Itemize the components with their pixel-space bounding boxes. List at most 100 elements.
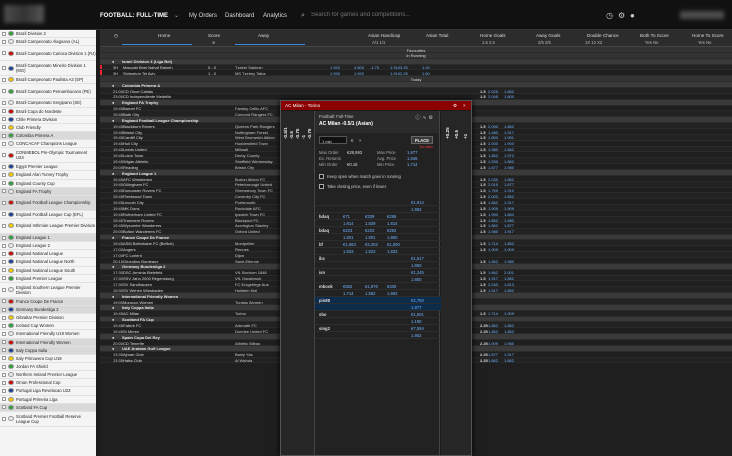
sidebar-item[interactable]: Brazil Campeonato Pernambucano (PE) [0,84,96,100]
sidebar-item[interactable]: Northern Ireland Premier League [0,371,96,380]
ladder-row[interactable]: 1.814 1.829 1.814 [315,220,441,227]
sidebar-item[interactable]: Jordan FA Shield [0,363,96,372]
ladder-row[interactable]: sing2 €7,594 [315,325,441,332]
ladder-row[interactable]: bdaq €223 €223 €292 [315,227,441,234]
ladder-price[interactable]: 1.833 [343,249,353,254]
col-home-to-score[interactable]: Home To Score [692,33,724,38]
ladder-price[interactable]: 1.801 [343,235,353,240]
ladder-price[interactable]: €1,663 [343,242,356,247]
odds-cell[interactable]: 1.909 [504,247,514,252]
odds-cell[interactable]: 2.090 [488,124,498,129]
odds-cell[interactable]: 1.5 [480,259,486,264]
nav-my-orders[interactable]: My Orders [189,13,217,19]
ladder-price[interactable]: 1.829 [365,221,375,226]
odds-cell[interactable]: 1.980 [488,130,498,135]
odds-cell[interactable]: 2.030 [488,177,498,182]
ladder-price[interactable]: €339 [387,284,396,289]
odds-cell[interactable]: 1.5 [480,153,486,158]
sidebar-item[interactable]: Brazil Campeonato Mineiro Division 1 (MG… [0,61,96,77]
odds-cell[interactable]: 1.862 [504,288,514,293]
sidebar-item[interactable]: England County Cup [0,180,96,188]
ladder-price[interactable]: €296 [387,214,396,219]
sidebar-item[interactable]: England Southern League Premier Division [0,283,96,298]
search-input[interactable] [311,12,471,18]
odds-cell[interactable]: 1.980 [488,147,498,152]
sidebar-item[interactable]: Portugal Primeira Liga [0,396,96,404]
gear-icon[interactable]: ⚙ [618,11,625,20]
odds-cell[interactable]: 1.714 [488,241,498,246]
sidebar-item[interactable]: England FA Trophy [0,187,96,196]
col-btts[interactable]: Both To Score [640,33,669,38]
sidebar-item[interactable]: Brazil Copa do Nordeste [0,108,96,116]
odds-cell[interactable]: 1.5 [480,182,486,187]
odds-cell[interactable]: 2.000 [488,194,498,199]
closing-price-checkbox[interactable] [319,184,324,189]
sidebar-item[interactable]: England Premier League [0,275,96,283]
sidebar-item[interactable]: Italy Coppa Italia [0,346,96,355]
odds-cell[interactable]: 1.5 [480,147,486,152]
sidebar-item[interactable]: England League 2 [0,242,96,251]
ladder-price[interactable]: 1.850 [387,235,397,240]
odds-cell[interactable]: 1.900 [504,141,514,146]
odds-cell[interactable]: 1.862 [504,177,514,182]
ladder-row[interactable]: ibc €1,617 [315,255,441,262]
chevron-down-icon[interactable]: ⌄ [174,12,179,19]
odds-cell[interactable]: 1.910 [390,65,400,70]
stake-input[interactable]: 1 min [319,136,347,144]
sidebar-item[interactable]: Portugal Liga Revelacao U23 [0,387,96,396]
odds-cell[interactable]: 1.5 [480,276,486,281]
ladder-price[interactable]: €7,594 [411,326,424,331]
ladder-price[interactable]: 1.850 [411,277,421,282]
odds-cell[interactable]: 1.5 [480,270,486,275]
ladder-price[interactable]: €1,245 [411,270,424,275]
sidebar-item[interactable]: England Alan Turvey Trophy [0,171,96,180]
odds-cell[interactable]: 1.980 [504,165,514,170]
ladder-price[interactable]: €2,202 [365,242,378,247]
ladder-row[interactable]: pin88 €2,793 [315,297,441,304]
sidebar-checkbox[interactable] [2,307,6,312]
odds-cell[interactable]: 2.001 [504,270,514,275]
sidebar-item[interactable]: Egypt Premier League [0,163,96,172]
sidebar-checkbox[interactable] [2,100,6,105]
odds-cell[interactable]: 1.5 [480,177,486,182]
odds-cell[interactable]: 2.25 [400,71,408,76]
sidebar-item[interactable]: England National League North [0,258,96,267]
sidebar-checkbox[interactable] [2,243,6,248]
sidebar-checkbox[interactable] [2,77,6,82]
place-button[interactable]: PLACE [411,136,433,144]
odds-cell[interactable]: 1.5 [480,165,486,170]
user-icon[interactable]: ● [630,11,635,20]
odds-cell[interactable]: 1.862 [504,276,514,281]
sidebar-checkbox[interactable] [2,331,6,336]
odds-cell[interactable]: 1.5 [480,218,486,223]
odds-cell[interactable]: 1.930 [330,71,340,76]
sidebar-checkbox[interactable] [2,235,6,240]
odds-cell[interactable]: 3.25 [400,65,408,70]
sidebar-checkbox[interactable] [2,39,6,44]
sidebar-checkbox[interactable] [2,153,6,158]
ladder-price[interactable]: €1,501 [411,312,424,317]
keep-open-checkbox[interactable] [319,174,324,179]
odds-cell[interactable]: 1.862 [488,329,498,334]
sidebar-checkbox[interactable] [2,259,6,264]
sidebar-checkbox[interactable] [2,315,6,320]
odds-cell[interactable]: 1.877 [488,352,498,357]
sidebar-item[interactable]: CONCACAF Champions League [0,140,96,149]
sidebar-item[interactable]: Colombia Primera A [0,131,96,141]
sidebar-checkbox[interactable] [2,181,6,186]
ladder-row[interactable]: 1.801 1.801 1.850 [315,234,441,241]
odds-cell[interactable]: 1.5 [480,282,486,287]
odds-cell[interactable]: 1.862 [504,241,514,246]
odds-cell[interactable]: 1.877 [488,165,498,170]
ladder-price[interactable]: €1,617 [411,256,424,261]
sidebar-checkbox[interactable] [2,299,6,304]
ladder-price[interactable]: 1.714 [343,291,353,296]
col-home-goals[interactable]: Home Goals [480,33,506,38]
sidebar-checkbox[interactable] [2,164,6,169]
odds-cell[interactable]: 1.960 [504,341,514,346]
sidebar-checkbox[interactable] [2,89,6,94]
sidebar-checkbox[interactable] [2,268,6,273]
odds-cell[interactable]: 1.5 [480,130,486,135]
odds-cell[interactable]: 1.5 [480,194,486,199]
settings-icon[interactable]: ⚙ [453,103,457,109]
